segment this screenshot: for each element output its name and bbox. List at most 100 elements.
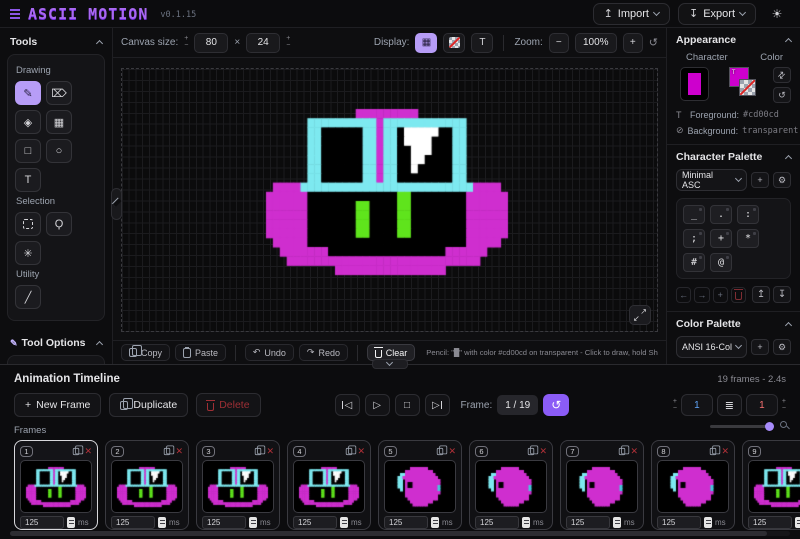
canvas-width-input[interactable]: 80 <box>194 33 228 53</box>
character-key[interactable]: : <box>737 205 759 224</box>
duplicate-frame-button[interactable]: Duplicate <box>109 393 188 417</box>
color-preset-select[interactable]: ANSI 16-Col <box>676 336 747 358</box>
copy-button[interactable]: Copy <box>121 344 170 361</box>
delete-frame-icon[interactable]: ✕ <box>721 447 729 456</box>
frame-duration-input[interactable]: 125 <box>293 516 337 529</box>
canvas-width-stepper[interactable]: +− <box>184 36 188 49</box>
lasso-tool[interactable]: Ϙ <box>46 212 72 236</box>
duplicate-frame-icon[interactable] <box>73 447 79 454</box>
frame-duration-input[interactable]: 125 <box>748 516 792 529</box>
onion-skin-button[interactable]: ≣ <box>717 394 742 416</box>
first-frame-button[interactable]: ◁ <box>335 394 360 416</box>
frame-duration-input[interactable]: 125 <box>20 516 64 529</box>
duplicate-frame-icon[interactable] <box>255 447 261 454</box>
new-frame-button[interactable]: +New Frame <box>14 393 101 417</box>
delete-frame-icon[interactable]: ✕ <box>630 447 638 456</box>
drawing-canvas[interactable]: ↗↙ <box>121 68 658 332</box>
frame-card-5[interactable]: 5✕125ms <box>378 440 462 530</box>
frame-duration-input[interactable]: 125 <box>657 516 701 529</box>
frame-size-slider[interactable] <box>710 425 772 428</box>
magic-wand-tool[interactable]: ✳ <box>15 241 41 265</box>
delete-frame-button[interactable]: Delete <box>196 393 260 417</box>
palette-add-button[interactable]: + <box>713 287 728 303</box>
duplicate-frame-icon[interactable] <box>437 447 443 454</box>
duplicate-frame-icon[interactable] <box>710 447 716 454</box>
onion-prev-stepper[interactable]: +− <box>673 399 677 412</box>
redo-button[interactable]: ↷Redo <box>299 344 348 361</box>
character-palette-settings-button[interactable]: ⚙ <box>773 172 791 188</box>
slider-knob[interactable] <box>765 422 774 431</box>
background-color-swatch[interactable] <box>739 79 756 96</box>
fullscreen-canvas-button[interactable]: ↗↙ <box>629 305 651 325</box>
delete-frame-icon[interactable]: ✕ <box>175 447 183 456</box>
delete-frame-icon[interactable]: ✕ <box>357 447 365 456</box>
delete-frame-icon[interactable]: ✕ <box>448 447 456 456</box>
frame-card-4[interactable]: 4✕125ms <box>287 440 371 530</box>
stop-button[interactable]: □ <box>395 394 420 416</box>
delete-frame-icon[interactable]: ✕ <box>84 447 92 456</box>
pencil-tool[interactable]: ✎ <box>15 81 41 105</box>
frame-card-2[interactable]: 2✕125ms <box>105 440 189 530</box>
frame-card-7[interactable]: 7✕125ms <box>560 440 644 530</box>
frame-card-6[interactable]: 6✕125ms <box>469 440 553 530</box>
canvas-height-input[interactable]: 24 <box>246 33 280 53</box>
color-palette-header[interactable]: Color Palette <box>676 318 791 330</box>
palette-delete-button[interactable] <box>731 287 746 303</box>
onion-prev-count[interactable]: 1 <box>681 394 713 416</box>
swap-colors-button[interactable]: ⇄ <box>773 67 791 83</box>
character-preset-select[interactable]: Minimal ASC <box>676 169 747 191</box>
grid-display-toggle[interactable]: ▦ <box>415 33 437 53</box>
text-tool[interactable]: T <box>15 168 41 192</box>
character-key[interactable]: * <box>737 229 759 248</box>
character-key[interactable]: # <box>683 253 705 272</box>
palette-next-button[interactable]: → <box>694 287 709 303</box>
frame-card-9[interactable]: 9✕125ms <box>742 440 800 530</box>
delete-frame-icon[interactable]: ✕ <box>266 447 274 456</box>
last-frame-button[interactable]: ▷ <box>425 394 450 416</box>
tools-section-header[interactable]: Tools <box>0 28 112 54</box>
canvas-height-stepper[interactable]: +− <box>286 36 290 49</box>
character-key[interactable]: _ <box>683 205 705 224</box>
rectangle-tool[interactable]: □ <box>15 139 41 163</box>
palette-upload-button[interactable]: ↥ <box>752 286 770 303</box>
appearance-header[interactable]: Appearance <box>676 34 791 46</box>
character-key[interactable]: . <box>710 205 732 224</box>
add-character-palette-button[interactable]: + <box>751 172 769 188</box>
play-button[interactable]: ▷ <box>365 394 390 416</box>
frames-scrollbar[interactable] <box>10 531 790 536</box>
palette-prev-button[interactable]: ← <box>676 287 691 303</box>
onion-skin-toggle[interactable] <box>443 33 465 53</box>
duplicate-frame-icon[interactable] <box>164 447 170 454</box>
export-button[interactable]: ↧ Export <box>678 3 756 25</box>
delete-frame-icon[interactable]: ✕ <box>539 447 547 456</box>
frame-card-3[interactable]: 3✕125ms <box>196 440 280 530</box>
paint-bucket-tool[interactable]: ◈ <box>15 110 41 134</box>
collapse-left-sidebar-handle[interactable] <box>111 188 122 220</box>
palette-download-button[interactable]: ↧ <box>773 286 791 303</box>
collapse-timeline-tab[interactable] <box>372 359 408 369</box>
eyedropper-tool[interactable]: ╱ <box>15 285 41 309</box>
frame-card-8[interactable]: 8✕125ms <box>651 440 735 530</box>
reset-colors-button[interactable]: ↺ <box>773 87 791 103</box>
onion-next-stepper[interactable]: +− <box>782 399 786 412</box>
frame-duration-input[interactable]: 125 <box>202 516 246 529</box>
duplicate-frame-icon[interactable] <box>346 447 352 454</box>
frame-duration-input[interactable]: 125 <box>475 516 519 529</box>
add-color-palette-button[interactable]: + <box>751 339 769 355</box>
character-key[interactable]: @ <box>710 253 732 272</box>
color-palette-settings-button[interactable]: ⚙ <box>773 339 791 355</box>
text-display-toggle[interactable]: T <box>471 33 493 53</box>
loop-button[interactable]: ↺ <box>543 394 569 416</box>
undo-button[interactable]: ↶Undo <box>245 344 294 361</box>
onion-next-count[interactable]: 1 <box>746 394 778 416</box>
zoom-in-button[interactable]: + <box>623 33 643 53</box>
frame-duration-input[interactable]: 125 <box>566 516 610 529</box>
eraser-tool[interactable]: ⌦ <box>46 81 72 105</box>
ellipse-tool[interactable]: ○ <box>46 139 72 163</box>
import-button[interactable]: ↥ Import <box>593 3 670 25</box>
duplicate-frame-icon[interactable] <box>528 447 534 454</box>
duplicate-frame-icon[interactable] <box>619 447 625 454</box>
zoom-reset-button[interactable]: ↺ <box>649 36 658 49</box>
select-rect-tool[interactable] <box>15 212 41 236</box>
paste-button[interactable]: Paste <box>175 344 226 361</box>
